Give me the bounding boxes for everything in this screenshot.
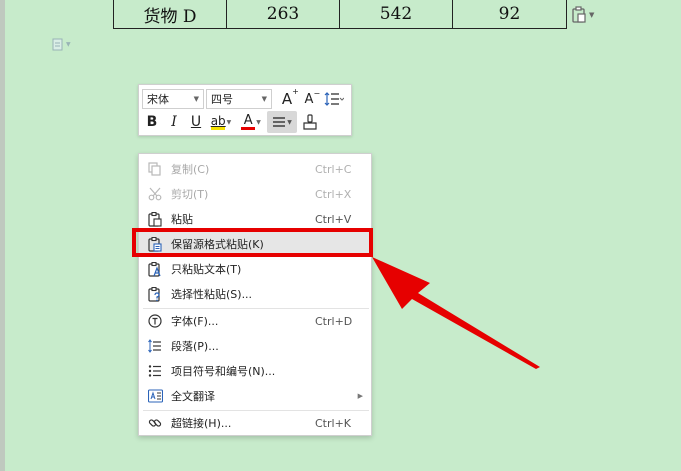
chevron-down-icon: ▼ — [261, 95, 267, 103]
menu-item-label: 只粘贴文本(T) — [171, 263, 242, 276]
bold-button[interactable]: B — [141, 111, 163, 133]
chevron-down-icon: ▼ — [66, 41, 71, 48]
hyperlink-icon — [147, 415, 163, 431]
menu-item-label: 粘贴 — [171, 213, 193, 226]
menu-item-full-translate[interactable]: 全文翻译 ▶ — [139, 384, 371, 408]
highlight-label: ab — [210, 113, 226, 128]
translate-icon — [147, 388, 163, 404]
table-row: 货物 D 263 542 92 — [113, 0, 567, 29]
line-spacing-icon — [324, 92, 344, 106]
menu-item-paste-keep-format[interactable]: 保留源格式粘贴(K) — [139, 232, 371, 256]
menu-item-paste-special[interactable]: 选择性粘贴(S)... — [139, 282, 371, 306]
bullets-icon — [147, 363, 163, 379]
menu-item-label: 复制(C) — [171, 163, 210, 176]
document-icon — [52, 38, 63, 51]
menu-item-label: 项目符号和编号(N)... — [171, 365, 276, 378]
highlight-button[interactable]: ab ▼ — [207, 111, 235, 133]
font-size-select[interactable]: 四号 ▼ — [206, 89, 272, 109]
chevron-down-icon: ▼ — [193, 95, 199, 103]
paste-options-button[interactable]: ▼ — [571, 6, 597, 24]
menu-item-font[interactable]: 字体(F)... Ctrl+D — [139, 309, 371, 333]
annotation-arrow-icon — [372, 257, 540, 369]
menu-item-label: 段落(P)... — [171, 340, 219, 353]
table-cell[interactable]: 263 — [227, 0, 340, 28]
shrink-font-button[interactable]: A − — [298, 88, 321, 110]
chevron-down-icon: ▼ — [226, 118, 232, 126]
chevron-down-icon: ▼ — [287, 118, 292, 126]
menu-item-paste[interactable]: 粘贴 Ctrl+V — [139, 207, 371, 231]
menu-item-label: 剪切(T) — [171, 188, 209, 201]
context-menu: 复制(C) Ctrl+C 剪切(T) Ctrl+X 粘贴 Ctrl+V 保留源格… — [138, 153, 372, 436]
line-spacing-button[interactable] — [320, 88, 348, 110]
paste-icon — [147, 211, 163, 227]
font-name-value: 宋体 — [147, 93, 169, 106]
menu-item-shortcut: Ctrl+K — [315, 416, 352, 430]
font-icon — [147, 313, 163, 329]
format-painter-button[interactable] — [299, 111, 321, 133]
highlight-color-bar — [211, 126, 226, 130]
menu-item-shortcut: Ctrl+V — [315, 212, 352, 226]
plus-icon: + — [292, 87, 299, 96]
menu-item-copy[interactable]: 复制(C) Ctrl+C — [139, 157, 371, 181]
italic-button[interactable]: I — [163, 111, 185, 133]
page-left-edge — [0, 0, 5, 471]
paragraph-marker: ▼ — [52, 38, 71, 51]
menu-item-shortcut: Ctrl+C — [315, 162, 352, 176]
minus-icon: − — [313, 88, 321, 98]
align-button[interactable]: ▼ — [267, 111, 297, 133]
menu-item-paste-text-only[interactable]: 只粘贴文本(T) — [139, 257, 371, 281]
floating-format-toolbar: 宋体 ▼ 四号 ▼ A + A − B I U ab ▼ A ▼ ▼ — [138, 84, 352, 136]
menu-item-cut[interactable]: 剪切(T) Ctrl+X — [139, 182, 371, 206]
menu-item-bullets-numbering[interactable]: 项目符号和编号(N)... — [139, 359, 371, 383]
chevron-right-icon: ▶ — [357, 392, 363, 400]
paste-keep-format-icon — [147, 236, 163, 252]
menu-item-label: 选择性粘贴(S)... — [171, 288, 253, 301]
menu-item-shortcut: Ctrl+X — [315, 187, 352, 201]
table-cell[interactable]: 货物 D — [114, 0, 227, 28]
underline-button[interactable]: U — [185, 111, 207, 133]
font-color-button[interactable]: A ▼ — [237, 111, 265, 133]
align-justify-icon — [273, 117, 286, 127]
chevron-down-icon: ▼ — [589, 11, 595, 19]
paste-text-only-icon — [147, 261, 163, 277]
menu-item-label: 超链接(H)... — [171, 417, 232, 430]
font-name-select[interactable]: 宋体 ▼ — [142, 89, 204, 109]
font-color-bar — [241, 126, 256, 130]
menu-item-hyperlink[interactable]: 超链接(H)... Ctrl+K — [139, 411, 371, 435]
font-color-letter: A — [243, 112, 253, 128]
menu-item-paragraph[interactable]: 段落(P)... — [139, 334, 371, 358]
chevron-down-icon: ▼ — [256, 118, 261, 126]
paragraph-icon — [147, 338, 163, 354]
clipboard-icon — [572, 6, 586, 23]
menu-item-label: 全文翻译 — [171, 390, 215, 403]
format-painter-icon — [303, 114, 317, 130]
copy-icon — [147, 161, 163, 177]
cut-icon — [147, 186, 163, 202]
paste-special-icon — [147, 286, 163, 302]
menu-item-label: 保留源格式粘贴(K) — [171, 238, 264, 251]
grow-font-button[interactable]: A + — [276, 87, 299, 110]
table-cell[interactable]: 92 — [453, 0, 566, 28]
grow-font-letter: A — [281, 90, 293, 108]
menu-item-label: 字体(F)... — [171, 315, 219, 328]
table-cell[interactable]: 542 — [340, 0, 453, 28]
shrink-font-letter: A — [304, 91, 314, 107]
font-size-value: 四号 — [211, 93, 233, 106]
